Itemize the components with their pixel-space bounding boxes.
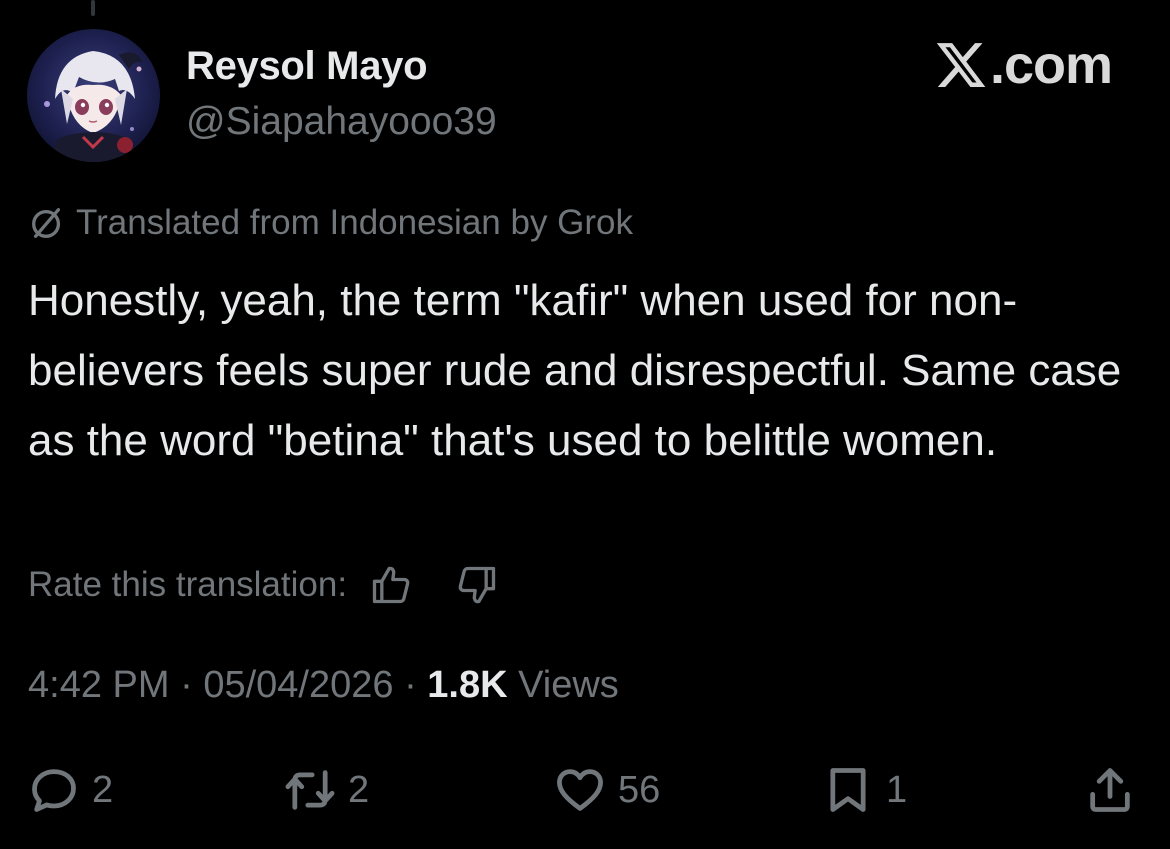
rate-translation-row: Rate this translation: [28, 560, 499, 610]
like-count: 56 [618, 768, 661, 811]
avatar-image [27, 29, 160, 162]
bookmark-button[interactable]: 1 [822, 758, 907, 822]
meta-separator: · [404, 664, 417, 706]
tweet-meta: 4:42 PM · 05/04/2026 · 1.8K Views [28, 664, 619, 707]
reply-button[interactable]: 2 [28, 758, 113, 822]
bookmark-count: 1 [886, 768, 908, 811]
thumbs-down-button[interactable] [455, 563, 499, 607]
share-button[interactable] [1084, 758, 1136, 822]
thumbs-up-icon [372, 566, 410, 604]
thumbs-down-icon [458, 566, 496, 604]
like-button[interactable]: 56 [554, 758, 660, 822]
tweet-actions-bar: 2 2 56 1 [0, 758, 1170, 822]
translation-notice-text: Translated from Indonesian by Grok [76, 203, 634, 242]
site-logo: .com [934, 35, 1113, 95]
site-logo-text: .com [989, 35, 1113, 95]
bookmark-icon [830, 768, 866, 812]
reply-icon [32, 769, 76, 812]
tweet-time[interactable]: 4:42 PM [28, 664, 170, 706]
grok-icon [32, 208, 61, 238]
x-logo-icon [936, 43, 986, 87]
author-display-name[interactable]: Reysol Mayo [186, 44, 428, 89]
rate-translation-label: Rate this translation: [28, 565, 348, 604]
share-icon [1090, 768, 1130, 812]
views-label: Views [518, 664, 619, 706]
heart-icon [557, 769, 603, 811]
tweet-text: Honestly, yeah, the term "kafir" when us… [28, 276, 1122, 465]
reply-count: 2 [92, 768, 114, 811]
tweet-date[interactable]: 05/04/2026 [203, 664, 393, 706]
thread-connector-line [91, 0, 95, 16]
translation-notice: Translated from Indonesian by Grok [28, 203, 633, 243]
thumbs-up-button[interactable] [369, 563, 413, 607]
repost-count: 2 [348, 768, 370, 811]
repost-button[interactable]: 2 [284, 758, 369, 822]
repost-icon [285, 770, 335, 810]
author-handle[interactable]: @Siapahayooo39 [186, 100, 497, 144]
views-count[interactable]: 1.8K [427, 664, 507, 706]
avatar[interactable] [27, 29, 160, 162]
meta-separator: · [180, 664, 193, 706]
